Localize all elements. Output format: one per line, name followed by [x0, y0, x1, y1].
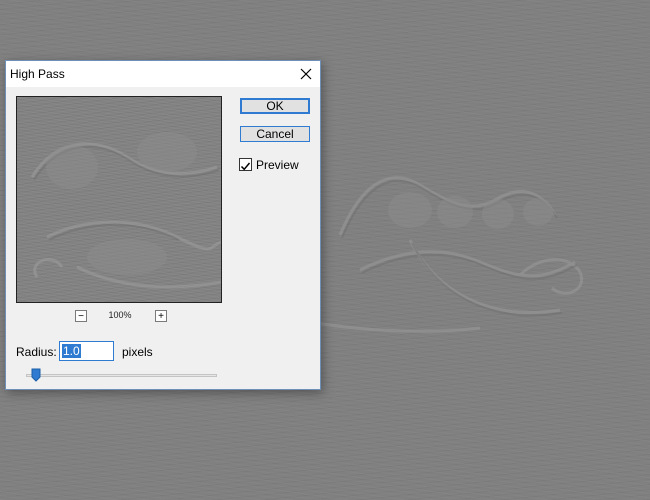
- zoom-level: 100%: [108, 310, 132, 320]
- close-button[interactable]: [296, 64, 316, 84]
- radius-slider-thumb[interactable]: [31, 368, 41, 382]
- radius-units: pixels: [122, 345, 153, 359]
- checkmark-icon: [240, 162, 251, 171]
- radius-input[interactable]: 1.0: [59, 341, 114, 361]
- radius-slider-track[interactable]: [26, 374, 217, 377]
- dialog-title: High Pass: [10, 67, 65, 81]
- preview-checkbox-label[interactable]: Preview: [256, 158, 299, 172]
- zoom-in-button[interactable]: +: [155, 310, 167, 322]
- dialog-titlebar[interactable]: High Pass: [6, 61, 320, 87]
- zoom-out-button[interactable]: −: [75, 310, 87, 322]
- radius-value: 1.0: [62, 344, 81, 358]
- slider-thumb-icon: [31, 368, 41, 382]
- filter-preview[interactable]: [16, 96, 222, 303]
- cancel-button[interactable]: Cancel: [240, 126, 310, 142]
- ok-button[interactable]: OK: [240, 98, 310, 114]
- close-icon: [300, 68, 312, 80]
- high-pass-dialog: High Pass − 100% + OK Cancel Preview Rad…: [5, 60, 321, 390]
- preview-artwork: [30, 132, 221, 289]
- preview-checkbox[interactable]: [239, 158, 252, 171]
- radius-label: Radius:: [16, 345, 57, 359]
